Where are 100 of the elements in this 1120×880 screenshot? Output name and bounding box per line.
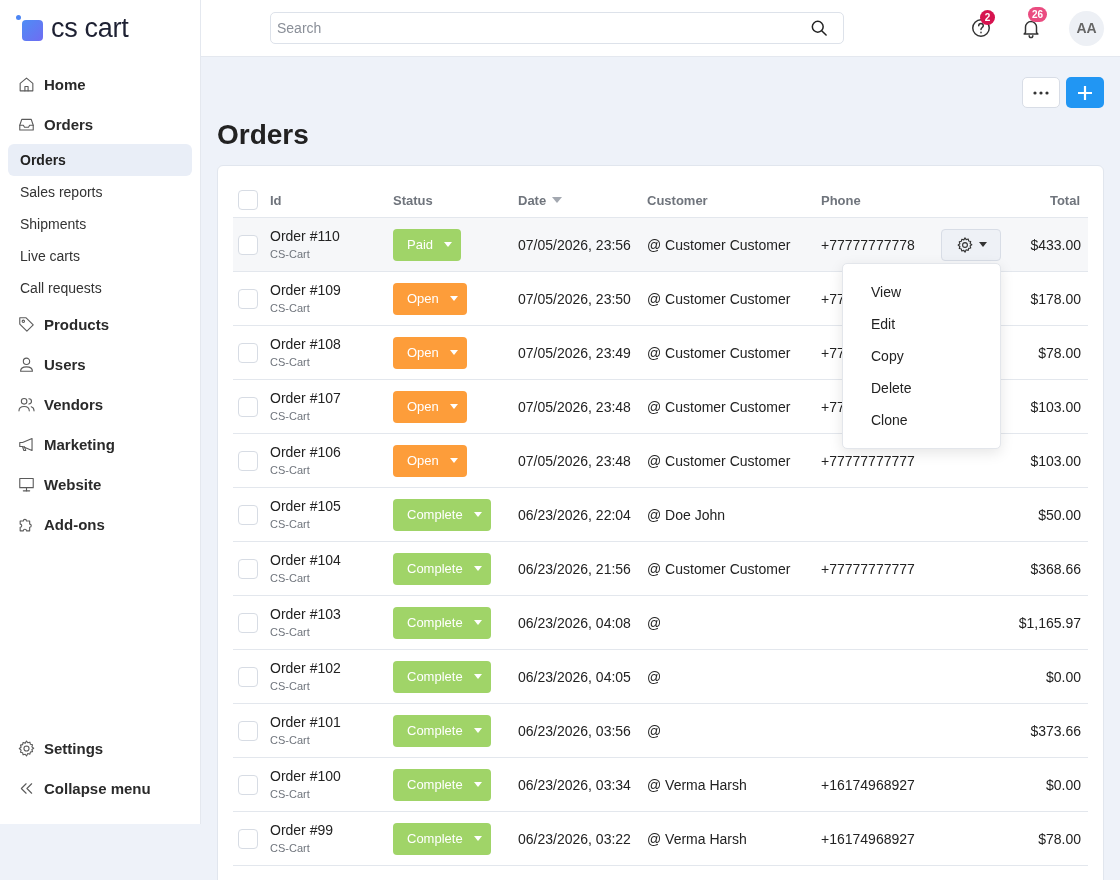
nav-item[interactable]: Collapse menu: [0, 768, 192, 808]
caret-icon: [449, 458, 458, 463]
notification-badge: 26: [1028, 7, 1048, 22]
store-name: CS-Cart: [270, 247, 310, 261]
nav-item[interactable]: Products: [0, 304, 192, 344]
order-id-link[interactable]: Order #107: [270, 389, 341, 407]
store-name: CS-Cart: [270, 355, 310, 369]
customer-name: @: [647, 614, 662, 631]
nav-item[interactable]: Users: [0, 344, 192, 384]
column-header[interactable]: Customer: [647, 192, 708, 208]
row-checkbox[interactable]: [238, 504, 258, 525]
row-checkbox[interactable]: [238, 720, 258, 741]
menu-item[interactable]: Edit: [843, 308, 1000, 340]
menu-item[interactable]: Copy: [843, 340, 1000, 372]
row-checkbox[interactable]: [238, 234, 258, 255]
logo-text: cs cart: [51, 13, 129, 43]
column-header[interactable]: Date: [518, 192, 563, 208]
row-checkbox[interactable]: [238, 288, 258, 309]
order-id-link[interactable]: Order #102: [270, 659, 341, 677]
customer-name: @ Customer Customer: [647, 344, 791, 361]
caret-icon: [473, 674, 482, 679]
store-name: CS-Cart: [270, 733, 310, 747]
menu-item[interactable]: View: [843, 276, 1000, 308]
row-checkbox[interactable]: [238, 774, 258, 795]
column-header[interactable]: Phone: [821, 192, 861, 208]
order-id-link[interactable]: Order #100: [270, 767, 341, 785]
row-actions-button[interactable]: [941, 228, 1001, 261]
customer-name: @ Customer Customer: [647, 452, 791, 469]
store-name: CS-Cart: [270, 517, 310, 531]
order-id-link[interactable]: Order #103: [270, 605, 341, 623]
order-id-link[interactable]: Order #110: [270, 227, 340, 245]
column-header[interactable]: Status: [393, 192, 433, 208]
row-checkbox[interactable]: [238, 558, 258, 579]
nav-subitem[interactable]: Call requests: [8, 272, 192, 304]
select-all-checkbox[interactable]: [238, 190, 258, 210]
caret-icon: [449, 350, 458, 355]
caret-icon: [473, 566, 482, 571]
order-id-link[interactable]: Order #105: [270, 497, 341, 515]
caret-icon: [978, 242, 987, 247]
nav-item[interactable]: Vendors: [0, 384, 192, 424]
phone-number: +16174968927: [821, 776, 915, 793]
nav-item[interactable]: Settings: [0, 728, 192, 768]
menu-item[interactable]: Delete: [843, 372, 1000, 404]
logo-icon: [16, 15, 44, 41]
customer-name: @ Customer Customer: [647, 236, 791, 253]
caret-icon: [473, 836, 482, 841]
store-name: CS-Cart: [270, 787, 310, 801]
more-button[interactable]: [1022, 77, 1060, 108]
nav-subitem[interactable]: Shipments: [8, 208, 192, 240]
order-id-link[interactable]: Order #99: [270, 821, 334, 839]
order-date: 06/23/2026, 03:56: [518, 722, 631, 739]
nav-item[interactable]: Website: [0, 464, 192, 504]
column-header[interactable]: Total: [1049, 192, 1080, 208]
search-icon[interactable]: [809, 18, 829, 38]
caret-icon: [449, 296, 458, 301]
customer-name: @: [647, 722, 662, 739]
customer-name: @ Verma Harsh: [647, 776, 747, 793]
nav-subitem[interactable]: Orders: [8, 144, 192, 176]
nav-item[interactable]: Add-ons: [0, 504, 192, 544]
search-field[interactable]: Search: [270, 12, 844, 44]
row-checkbox[interactable]: [238, 342, 258, 363]
order-total: $433.00: [1030, 236, 1081, 253]
row-checkbox[interactable]: [238, 612, 258, 633]
order-total: $103.00: [1030, 452, 1081, 469]
column-header[interactable]: Id: [270, 192, 282, 208]
row-checkbox[interactable]: [238, 828, 258, 849]
row-checkbox[interactable]: [238, 450, 258, 471]
order-date: 06/23/2026, 21:56: [518, 560, 631, 577]
order-date: 06/23/2026, 03:34: [518, 776, 631, 793]
settings-icon: [17, 738, 36, 758]
order-date: 07/05/2026, 23:48: [518, 398, 631, 415]
store-name: CS-Cart: [270, 301, 310, 315]
order-date: 07/05/2026, 23:50: [518, 290, 631, 307]
caret-icon: [473, 512, 482, 517]
nav-item[interactable]: Marketing: [0, 424, 192, 464]
menu-item[interactable]: Clone: [843, 404, 1000, 436]
customer-name: @ Customer Customer: [647, 398, 791, 415]
nav-item[interactable]: Home: [0, 64, 192, 104]
order-date: 07/05/2026, 23:48: [518, 452, 631, 469]
row-checkbox[interactable]: [238, 396, 258, 417]
order-total: $368.66: [1030, 560, 1081, 577]
phone-number: +77777777778: [821, 236, 915, 253]
customer-name: @ Doe John: [647, 506, 726, 523]
nav-subitem[interactable]: Sales reports: [8, 176, 192, 208]
row-checkbox[interactable]: [238, 666, 258, 687]
more-icon: [1033, 90, 1049, 95]
nav-item[interactable]: Orders: [0, 104, 192, 144]
caret-icon: [473, 782, 482, 787]
order-total: $0.00: [1045, 668, 1081, 685]
order-id-link[interactable]: Order #106: [270, 443, 341, 461]
nav-subitem[interactable]: Live carts: [8, 240, 192, 272]
add-button[interactable]: [1066, 77, 1104, 108]
order-id-link[interactable]: Order #108: [270, 335, 341, 353]
store-name: CS-Cart: [270, 679, 310, 693]
order-id-link[interactable]: Order #101: [270, 713, 341, 731]
order-id-link[interactable]: Order #109: [270, 281, 341, 299]
order-id-link[interactable]: Order #104: [270, 551, 341, 569]
order-total: $1,165.97: [1018, 614, 1081, 631]
caret-icon: [449, 404, 458, 409]
user-avatar[interactable]: AA: [1069, 10, 1104, 46]
